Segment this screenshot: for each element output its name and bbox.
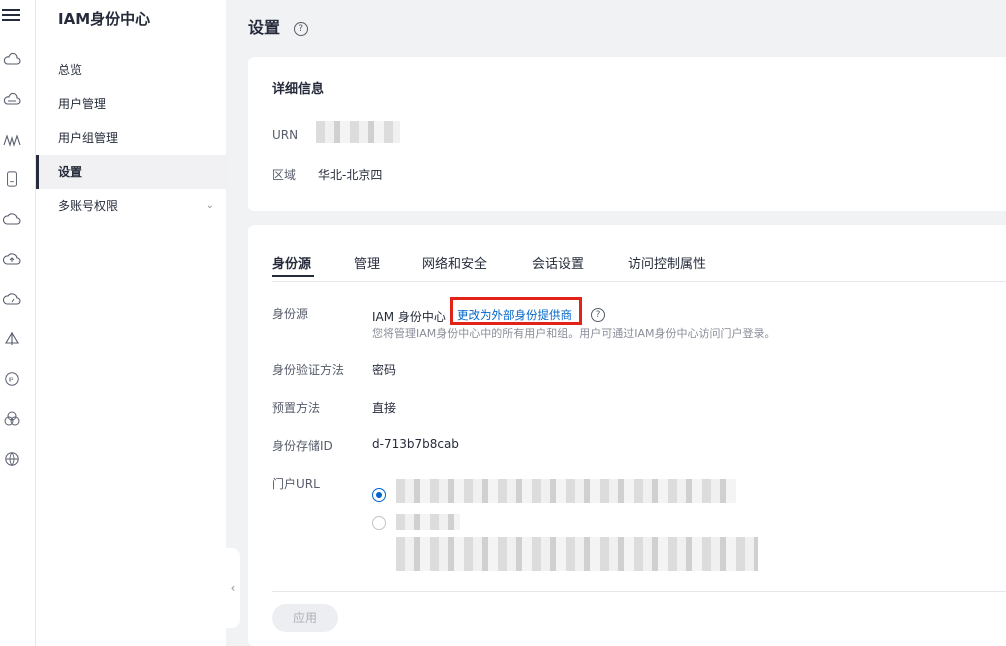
sidebar-item-settings[interactable]: 设置 (36, 155, 226, 189)
menu-icon[interactable] (2, 6, 20, 22)
sidebar-item-groups[interactable]: 用户组管理 (36, 121, 226, 155)
gauge-icon[interactable] (3, 291, 21, 307)
waveform-icon[interactable] (3, 132, 21, 148)
cloud-icon[interactable] (3, 52, 21, 68)
tab-access-control-attributes[interactable]: 访问控制属性 (628, 253, 706, 272)
svg-text:IP: IP (8, 378, 13, 384)
page-title: 设置 ? (248, 14, 308, 38)
portal-url-label: 门户URL (272, 477, 320, 491)
collapse-sidebar-button[interactable]: ‹ (226, 548, 240, 628)
change-identity-provider-link[interactable]: 更改为外部身份提供商 (457, 307, 572, 323)
urn-value-redacted (316, 121, 400, 143)
provision-method-value: 直接 (372, 401, 397, 415)
identity-store-label: 身份存储ID (272, 439, 333, 453)
portal-url-radio-default[interactable] (372, 488, 386, 502)
tab-network-security[interactable]: 网络和安全 (422, 253, 487, 272)
sidebar-item-label: 多账号权限 (58, 199, 119, 213)
details-card: 详细信息 URN 区域 华北-北京四 (248, 57, 1006, 211)
auth-method-value: 密码 (372, 363, 397, 377)
identity-card: 身份源 管理 网络和安全 会话设置 访问控制属性 身份源 IAM 身份中心 更改… (248, 225, 1006, 646)
phone-icon[interactable] (3, 171, 21, 187)
identity-source-label: 身份源 (272, 307, 309, 321)
sidebar-item-overview[interactable]: 总览 (36, 53, 226, 87)
help-icon[interactable]: ? (293, 21, 308, 36)
portal-url-radio-custom[interactable] (372, 516, 386, 530)
chevron-down-icon: ⌄ (205, 200, 214, 211)
cloud-group-icon[interactable] (3, 411, 21, 427)
chevron-left-icon: ‹ (230, 581, 236, 595)
help-icon[interactable]: ? (591, 308, 605, 322)
urn-label: URN (272, 128, 299, 142)
active-tab-indicator (272, 275, 314, 277)
identity-store-value: d-713b7b8cab (372, 437, 459, 451)
tab-identity-source[interactable]: 身份源 (272, 253, 311, 272)
page-title-text: 设置 (248, 18, 281, 37)
identity-source-description: 您将管理IAM身份中心中的所有用户和组。用户可通过IAM身份中心访问门户登录。 (372, 327, 776, 340)
details-title: 详细信息 (272, 82, 325, 97)
cloud-icon[interactable] (3, 92, 21, 108)
region-value: 华北-北京四 (318, 168, 383, 182)
auth-method-label: 身份验证方法 (272, 363, 345, 377)
portal-url-custom-input-redacted[interactable] (396, 537, 758, 571)
portal-url-default-redacted (396, 479, 736, 503)
tabs-divider (272, 281, 1006, 282)
globe-icon[interactable] (3, 451, 21, 467)
nav-title: IAM身份中心 (58, 10, 151, 28)
region-label: 区域 (272, 168, 297, 182)
form-divider (272, 591, 1006, 592)
sidebar-item-multi-account[interactable]: 多账号权限 ⌄ (36, 189, 226, 223)
cloud-icon[interactable] (3, 211, 21, 227)
apply-button[interactable]: 应用 (272, 604, 338, 632)
service-icon-rail: IP (0, 0, 36, 646)
ip-icon[interactable]: IP (3, 371, 21, 387)
portal-url-custom-redacted (396, 514, 460, 530)
identity-source-value: IAM 身份中心 (372, 310, 446, 324)
tab-management[interactable]: 管理 (354, 253, 380, 272)
cloud-upload-icon[interactable] (3, 251, 21, 267)
tab-session-settings[interactable]: 会话设置 (532, 253, 584, 272)
sidebar-nav: IAM身份中心 总览 用户管理 用户组管理 设置 多账号权限 ⌄ (36, 0, 226, 646)
provision-method-label: 预置方法 (272, 401, 321, 415)
sidebar-item-users[interactable]: 用户管理 (36, 87, 226, 121)
sail-icon[interactable] (3, 331, 21, 347)
